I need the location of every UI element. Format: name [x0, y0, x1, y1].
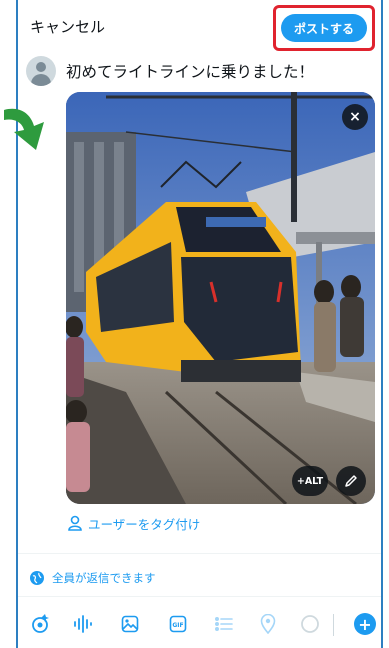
image-icon[interactable] — [118, 612, 142, 636]
remove-media-button[interactable]: × — [342, 104, 368, 130]
divider — [18, 553, 381, 554]
compose-header: キャンセル ポストする — [30, 5, 375, 51]
person-icon — [68, 515, 82, 531]
tram-photo — [66, 92, 375, 504]
cancel-button[interactable]: キャンセル — [30, 16, 105, 37]
add-post-button[interactable]: + — [354, 613, 376, 635]
edit-media-button[interactable] — [336, 466, 366, 496]
poll-icon[interactable] — [212, 612, 236, 636]
tag-users-button[interactable]: ユーザーをタグ付け — [68, 512, 200, 534]
avatar[interactable] — [26, 56, 56, 86]
post-button-highlight: ポストする — [273, 5, 375, 51]
location-icon[interactable] — [256, 612, 280, 636]
globe-icon — [30, 571, 44, 585]
divider — [18, 596, 381, 597]
svg-text:GIF: GIF — [172, 622, 183, 629]
add-icon: + — [358, 614, 372, 634]
attached-photo[interactable]: × +ALT — [66, 92, 375, 504]
progress-circle-icon — [298, 612, 322, 636]
compose-row: 初めてライトラインに乗りました！ — [26, 56, 376, 86]
alt-text-button[interactable]: +ALT — [292, 466, 328, 496]
reply-settings-label: 全員が返信できます — [52, 571, 156, 585]
toolbar-separator — [333, 614, 334, 636]
green-arrow-icon — [4, 108, 44, 150]
compose-toolbar: GIF + — [28, 612, 378, 638]
post-button[interactable]: ポストする — [281, 14, 367, 42]
pencil-icon — [345, 475, 357, 487]
tag-users-label: ユーザーをタグ付け — [88, 516, 201, 532]
reply-settings-button[interactable]: 全員が返信できます — [30, 568, 156, 588]
voice-icon[interactable] — [70, 612, 94, 636]
grok-icon[interactable] — [28, 612, 52, 636]
gif-icon[interactable]: GIF — [166, 612, 190, 636]
tweet-text-input[interactable]: 初めてライトラインに乗りました！ — [66, 60, 314, 82]
